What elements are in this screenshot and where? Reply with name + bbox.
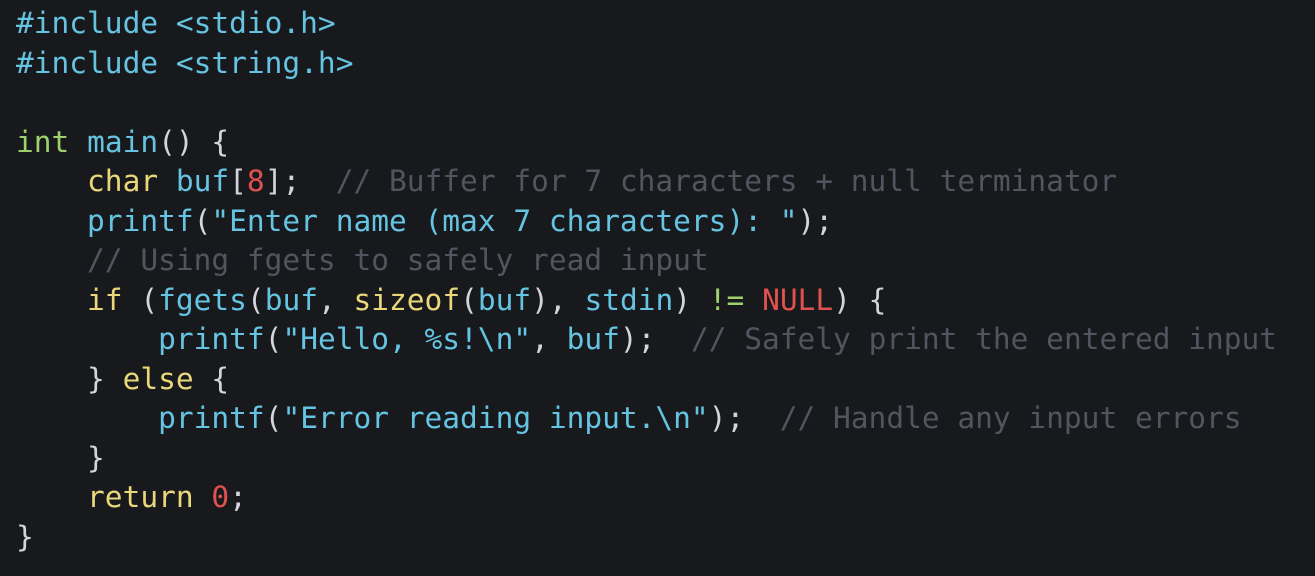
code-token-func: main <box>87 124 159 159</box>
code-token-plain: , <box>531 322 567 356</box>
code-token-plain: ; <box>229 480 247 514</box>
code-line: printf("Error reading input.\n"); // Han… <box>16 399 1315 439</box>
code-token-keyword: char <box>87 164 159 198</box>
code-token-ident: buf <box>175 164 230 198</box>
code-line: if (fgets(buf, sizeof(buf), stdin) != NU… <box>16 281 1315 321</box>
code-token-string: "Hello, %s!\n" <box>282 322 532 356</box>
code-line: char buf[8]; // Buffer for 7 characters … <box>16 162 1315 202</box>
code-token-plain: ), <box>531 282 585 317</box>
code-token-plain: ( <box>122 282 159 317</box>
code-token-plain: ( <box>264 401 283 435</box>
code-token-ident: buf <box>264 282 318 317</box>
code-token-plain: ); <box>797 203 834 238</box>
code-line: #include <string.h> <box>16 44 1315 84</box>
code-token-ident: buf <box>566 322 620 356</box>
code-token-plain: { <box>193 361 230 396</box>
code-token-string: "Enter name (max 7 characters): " <box>211 203 798 238</box>
code-line: printf("Enter name (max 7 characters): "… <box>16 202 1315 242</box>
code-token-plain: } <box>16 519 34 554</box>
code-token-keyword: else <box>122 361 194 396</box>
code-line: int main() { <box>16 123 1315 163</box>
code-token-plain: ( <box>264 322 283 356</box>
code-token-comment: // Using fgets to safely read input <box>87 243 709 277</box>
code-token-number: 8 <box>246 164 265 198</box>
code-token-plain: ); <box>619 322 691 356</box>
code-token-preproc: #include <stdio.h> <box>16 6 336 40</box>
code-token-plain: ) { <box>833 282 887 317</box>
code-token-plain: ( <box>460 282 478 317</box>
code-token-plain: } <box>16 361 123 396</box>
code-token-plain: ); <box>708 401 780 435</box>
code-token-type: int <box>16 124 70 159</box>
code-token-plain: ]; <box>264 164 336 198</box>
code-token-null: NULL <box>762 282 834 317</box>
code-token-number: 0 <box>211 480 230 514</box>
code-token-func: printf <box>158 401 265 435</box>
code-token-keyword: sizeof <box>353 282 461 317</box>
code-token-func: fgets <box>158 282 247 317</box>
code-editor[interactable]: #include <stdio.h> #include <string.h> int… <box>0 0 1315 576</box>
code-line: } <box>16 518 1315 558</box>
code-token-string: "Error reading input.\n" <box>282 401 709 435</box>
code-token-plain: } <box>16 440 105 475</box>
code-token-comment: // Safely print the entered input <box>690 322 1278 356</box>
code-line: // Using fgets to safely read input <box>16 241 1315 281</box>
code-line: } else { <box>16 360 1315 400</box>
code-line: printf("Hello, %s!\n", buf); // Safely p… <box>16 320 1315 360</box>
code-token-func: printf <box>87 203 194 238</box>
code-token-op: != <box>708 282 745 317</box>
code-token-plain: [ <box>229 164 247 198</box>
code-token-keyword: return <box>87 480 194 514</box>
code-token-comment: // Buffer for 7 characters + null termin… <box>335 164 1118 198</box>
code-token-plain: ( <box>246 282 265 317</box>
code-token-plain: ) <box>673 282 709 317</box>
code-line: #include <stdio.h> <box>16 4 1315 44</box>
code-line: return 0; <box>16 478 1315 518</box>
code-token-plain: , <box>317 282 354 317</box>
code-token-ident: buf <box>477 282 532 317</box>
code-token-func: printf <box>158 322 265 356</box>
code-line: } <box>16 439 1315 479</box>
code-token-preproc: #include <string.h> <box>16 45 354 80</box>
code-token-ident: stdin <box>584 282 674 317</box>
code-token-plain: () { <box>158 124 230 159</box>
code-token-keyword: if <box>87 282 123 317</box>
code-token-plain: ( <box>193 203 212 238</box>
code-token-comment: // Handle any input errors <box>779 401 1242 435</box>
source-code: #include <stdio.h> #include <string.h> int… <box>16 4 1315 557</box>
